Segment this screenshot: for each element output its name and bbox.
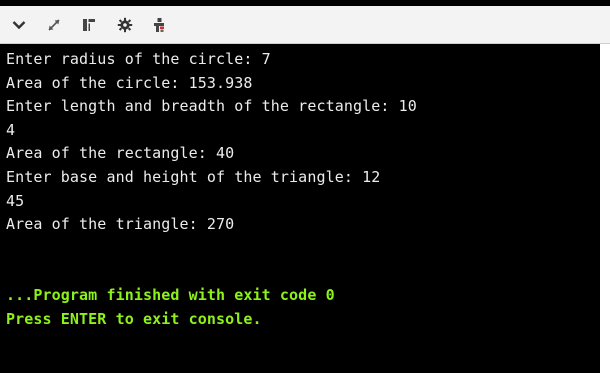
exit-code-message: ...Program finished with exit code 0	[6, 285, 335, 304]
console-margin	[600, 44, 610, 373]
chevron-down-icon	[12, 21, 26, 30]
collapse-button[interactable]	[8, 15, 30, 35]
maximize-button[interactable]	[43, 15, 65, 35]
console-line: Area of the rectangle: 40	[6, 144, 235, 163]
share-icon	[154, 18, 164, 32]
layout-button[interactable]	[78, 15, 100, 35]
console-line: 4	[6, 120, 16, 139]
console-line: Enter radius of the circle: 7	[6, 50, 271, 68]
split-panel-icon	[83, 19, 95, 31]
share-button[interactable]	[148, 15, 170, 35]
console-line: Enter length and breadth of the rectangl…	[6, 97, 417, 116]
exit-prompt-message: Press ENTER to exit console.	[6, 309, 262, 328]
console-output[interactable]: Enter radius of the circle: 7 Area of th…	[0, 44, 600, 373]
console-line: Area of the circle: 153.938	[6, 73, 253, 92]
console-window: Enter radius of the circle: 7 Area of th…	[0, 0, 610, 373]
console-line: Enter base and height of the triangle: 1…	[6, 167, 381, 186]
expand-icon	[48, 19, 60, 31]
console-line: Area of the triangle: 270	[6, 215, 235, 234]
settings-button[interactable]	[114, 15, 136, 35]
gear-icon	[117, 17, 133, 33]
console-toolbar	[0, 6, 610, 44]
console-line: 45	[6, 191, 25, 210]
